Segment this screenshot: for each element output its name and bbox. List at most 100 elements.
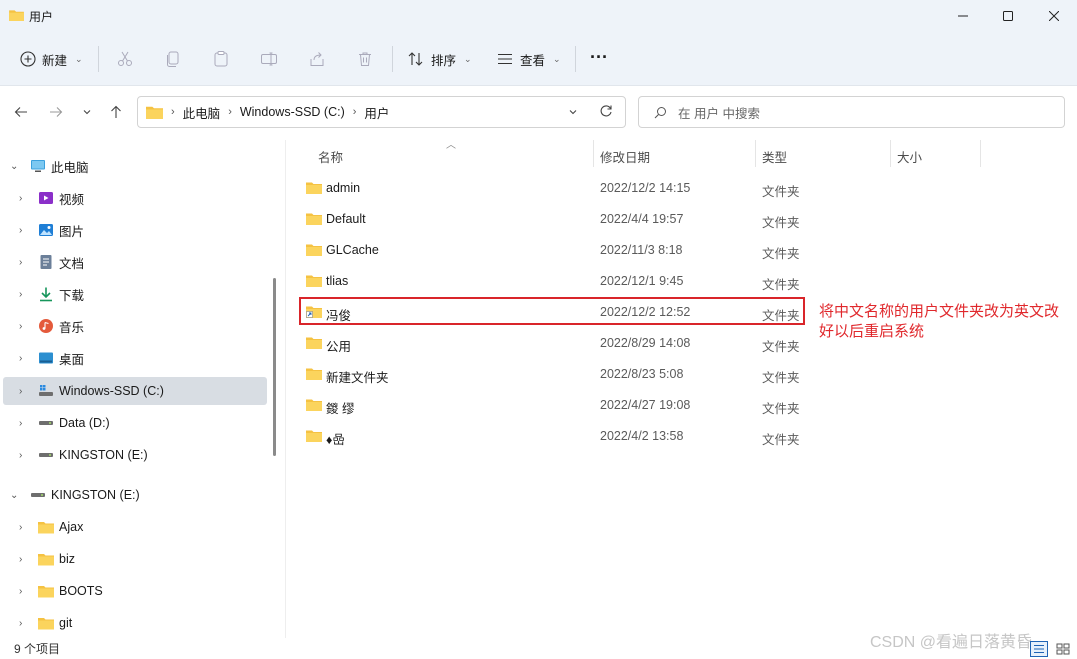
minimize-button[interactable] [940,0,986,32]
new-button[interactable]: 新建 ⌄ [20,45,83,73]
more-options-button[interactable]: ··· [590,43,608,71]
drive-icon [39,421,53,425]
file-row[interactable]: tlias 2022/12/1 9:45 文件夹 [300,267,805,295]
usb-drive-icon [39,453,53,457]
sidebar-item-downloads[interactable]: › 下载 [0,280,268,308]
folder-icon [306,244,322,256]
search-box[interactable]: 在 用户 中搜索 [638,96,1065,128]
sidebar-item-label: 文档 [59,256,85,271]
sidebar-item-documents[interactable]: › 文档 [0,248,268,276]
sidebar-item-data-d[interactable]: › Data (D:) [0,409,268,437]
paste-button[interactable] [212,45,230,73]
sort-button[interactable]: 排序 ⌄ [407,45,472,73]
back-button[interactable] [10,101,32,123]
chevron-right-icon[interactable]: › [19,554,22,565]
sidebar-item-windows-ssd[interactable]: › Windows-SSD (C:) [3,377,267,405]
search-placeholder: 在 用户 中搜索 [678,106,760,121]
sidebar-item-git[interactable]: › git [0,609,268,637]
breadcrumb-users[interactable]: 用户 [364,103,389,122]
folder-icon [9,10,24,21]
sidebar-item-videos[interactable]: › 视频 [0,184,268,212]
chevron-right-icon[interactable]: › [19,257,22,268]
rename-button[interactable] [260,45,278,73]
column-divider[interactable] [890,140,891,167]
toolbar-divider [575,46,576,72]
search-icon [654,106,666,118]
address-history-button[interactable] [568,106,578,120]
chevron-down-icon: ⌄ [75,53,83,64]
file-row[interactable]: 新建文件夹 2022/8/23 5:08 文件夹 [300,360,805,388]
column-header-modified[interactable]: 修改日期 [600,147,650,169]
chevron-down-icon[interactable]: ⌄ [10,490,18,501]
column-divider[interactable] [755,140,756,167]
refresh-button[interactable] [599,104,613,121]
details-view-button[interactable] [1030,641,1048,657]
file-modified: 2022/8/29 14:08 [600,336,691,350]
copy-button[interactable] [164,45,182,73]
plus-circle-icon [20,51,36,67]
chevron-right-icon[interactable]: › [19,618,22,629]
file-row[interactable]: Default 2022/4/4 19:57 文件夹 [300,205,805,233]
chevron-right-icon[interactable]: › [19,353,22,364]
chevron-down-icon[interactable]: ⌄ [10,161,18,172]
sidebar-item-boots[interactable]: › BOOTS [0,577,268,605]
chevron-right-icon[interactable]: › [19,386,22,397]
sidebar-item-label: Windows-SSD (C:) [59,384,164,398]
more-icon: ··· [590,46,608,67]
maximize-icon [1003,11,1013,21]
breadcrumb-c-drive[interactable]: Windows-SSD (C:) [240,105,345,119]
usb-drive-icon [31,493,45,497]
forward-button[interactable] [45,101,67,123]
file-row[interactable]: 鍐 缪 2022/4/27 19:08 文件夹 [300,391,805,419]
chevron-right-icon[interactable]: › [19,225,22,236]
view-button[interactable]: 查看 ⌄ [496,45,561,73]
cut-button[interactable] [116,45,134,73]
sidebar-item-label: Data (D:) [59,416,110,430]
column-header-size[interactable]: 大小 [897,147,922,169]
sidebar-item-biz[interactable]: › biz [0,545,268,573]
recent-locations-button[interactable] [76,101,98,123]
file-row[interactable]: admin 2022/12/2 14:15 文件夹 [300,174,805,202]
tiles-view-button[interactable] [1054,641,1072,657]
sidebar-item-desktop[interactable]: › 桌面 [0,344,268,372]
sidebar-item-ajax[interactable]: › Ajax [0,513,268,541]
sidebar-item-music[interactable]: › 音乐 [0,312,268,340]
close-button[interactable] [1031,0,1077,32]
sidebar-item-this-pc[interactable]: ⌄ 此电脑 [0,152,268,180]
delete-button[interactable] [356,45,374,73]
column-header-name[interactable]: 名称 [318,147,343,169]
breadcrumb-this-pc[interactable]: 此电脑 [183,103,221,122]
pane-splitter[interactable] [285,140,286,638]
address-bar[interactable]: › 此电脑 › Windows-SSD (C:) › 用户 [137,96,626,128]
file-row[interactable]: 公用 2022/8/29 14:08 文件夹 [300,329,805,357]
sidebar-item-label: 视频 [59,192,85,207]
arrow-up-icon [111,105,121,118]
file-modified: 2022/12/1 9:45 [600,274,684,288]
watermark: CSDN @看遍日落黄昏 [870,634,1033,651]
sidebar-item-label: Ajax [59,520,84,534]
chevron-right-icon[interactable]: › [19,193,22,204]
chevron-right-icon[interactable]: › [19,450,22,461]
maximize-button[interactable] [985,0,1031,32]
column-divider[interactable] [593,140,594,167]
column-divider[interactable] [980,140,981,167]
chevron-right-icon[interactable]: › [19,321,22,332]
command-bar: 新建 ⌄ 排序 ⌄ 查看 ⌄ ··· [0,32,1077,86]
item-count: 9 个项目 [14,642,61,656]
sidebar-item-kingston-e[interactable]: › KINGSTON (E:) [0,441,268,469]
navigation-pane: ⌄ 此电脑 › 视频 › 图片 › 文档 › 下载 › 音乐 › 桌面 › Wi… [0,138,268,638]
chevron-right-icon[interactable]: › [19,289,22,300]
share-button[interactable] [308,45,326,73]
chevron-right-icon[interactable]: › [19,418,22,429]
up-button[interactable] [105,101,127,123]
file-type: 文件夹 [762,185,800,199]
chevron-right-icon[interactable]: › [19,586,22,597]
sidebar-item-pictures[interactable]: › 图片 [0,216,268,244]
video-icon [39,192,53,204]
sidebar-item-kingston-e-root[interactable]: ⌄ KINGSTON (E:) [0,481,268,509]
column-header-type[interactable]: 类型 [762,147,787,169]
file-row[interactable]: GLCache 2022/11/3 8:18 文件夹 [300,236,805,264]
file-row[interactable]: ♦嵒 2022/4/2 13:58 文件夹 [300,422,805,450]
sidebar-scrollbar[interactable] [273,278,276,456]
chevron-right-icon[interactable]: › [19,522,22,533]
